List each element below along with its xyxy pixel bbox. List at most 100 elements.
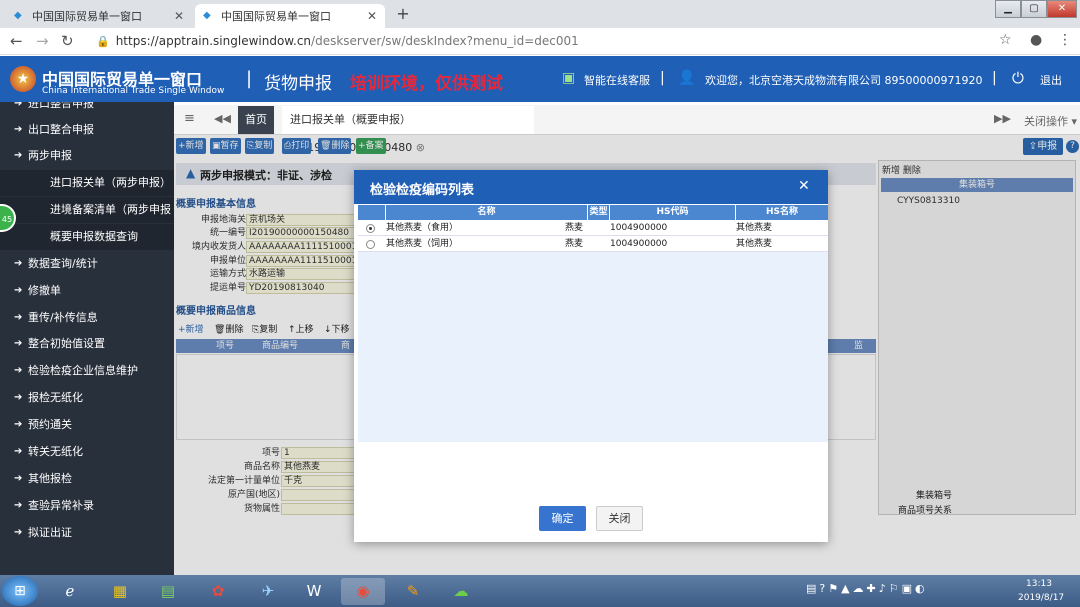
baidu-netdisk-icon[interactable]: ✿ (196, 578, 240, 605)
sidebar-item-label: 进口报关单（两步申报） (50, 176, 171, 189)
sidebar-item-label: 两步申报 (28, 149, 72, 162)
close-operations-label: 关闭操作 (1024, 115, 1068, 128)
site-favicon-icon: ◆ (203, 10, 211, 21)
dialog-close-icon[interactable]: ✕ (798, 178, 810, 194)
browser-tab[interactable]: ◆ 中国国际贸易单一窗口 ✕ (6, 4, 192, 28)
clock-time: 13:13 (1026, 579, 1052, 589)
menu-arrow-icon: ➔ (14, 473, 23, 484)
sidebar-item-data-query[interactable]: ➔ 数据查询/统计 (0, 251, 174, 277)
cell-hs-code: 1004900000 (610, 239, 668, 249)
site-favicon-icon: ◆ (14, 10, 22, 21)
browser-tab-title: 中国国际贸易单一窗口 (221, 10, 331, 23)
sidebar-item-appointment-clearance[interactable]: ➔ 预约通关 (0, 412, 174, 438)
header-separator: | (992, 70, 997, 86)
profile-icon[interactable]: ● (1030, 32, 1042, 48)
sidebar-item-label: 进境备案清单（两步申报 (50, 203, 171, 216)
close-dialog-button[interactable]: 关闭 (596, 506, 643, 531)
row-radio[interactable] (366, 240, 375, 249)
code-table-empty-area (358, 252, 828, 442)
maximize-window-button[interactable]: ▢ (1021, 0, 1047, 18)
sidebar-item-initial-settings[interactable]: ➔ 整合初始值设置 (0, 331, 174, 357)
sidebar-item-label: 整合初始值设置 (28, 337, 105, 350)
bookmark-star-icon[interactable]: ☆ (999, 32, 1012, 48)
sidebar-item-retransmit[interactable]: ➔ 重传/补传信息 (0, 305, 174, 331)
url-host: https://apptrain.singlewindow.cn (115, 34, 312, 48)
ie-browser-icon[interactable]: ℯ (48, 578, 92, 605)
browser-tab-active[interactable]: ◆ 中国国际贸易单一窗口 ✕ (195, 4, 385, 28)
minimize-window-button[interactable]: ▁ (995, 0, 1021, 18)
sidebar-subitem-summary-query[interactable]: 概要申报数据查询 (0, 224, 174, 250)
menu-arrow-icon: ➔ (14, 312, 23, 323)
menu-arrow-icon: ➔ (14, 124, 23, 135)
chrome-browser-icon[interactable]: ◉ (341, 578, 385, 605)
environment-label: 培训环境，仅供测试 (350, 74, 503, 94)
menu-arrow-icon: ➔ (14, 527, 23, 538)
sidebar-item-label: 转关无纸化 (28, 445, 83, 458)
sidebar-item-label: 修撤单 (28, 284, 61, 297)
close-tab-icon[interactable]: ✕ (174, 9, 184, 23)
sidebar-subitem-import-declaration[interactable]: 进口报关单（两步申报） (0, 170, 174, 196)
sidebar-item-label: 概要申报数据查询 (50, 230, 138, 243)
wps-writer-icon[interactable]: W (292, 578, 336, 605)
cell-name: 其他燕麦（食用） (386, 223, 459, 233)
reload-icon[interactable]: ↻ (61, 33, 74, 49)
menu-kebab-icon[interactable]: ⋮ (1058, 32, 1072, 48)
sidebar-item-label: 其他报检 (28, 472, 72, 485)
code-table-header: 名称 类型 HS代码 HS名称 (358, 205, 828, 220)
new-tab-button[interactable]: + (392, 4, 414, 24)
logo-emblem-icon: ★ (10, 66, 36, 92)
start-button-icon[interactable]: ⊞ (2, 576, 38, 606)
row-radio-selected[interactable] (366, 224, 375, 233)
power-icon[interactable]: ⏻ (1012, 69, 1024, 87)
paint-app-icon[interactable]: ✎ (391, 578, 435, 605)
sidebar-item-label: 预约通关 (28, 418, 72, 431)
logout-link[interactable]: 退出 (1040, 72, 1062, 88)
app-launcher-icon[interactable]: ▤ (146, 578, 190, 605)
browser-tab-title: 中国国际贸易单一窗口 (32, 10, 142, 23)
sidebar-item-transit-paperless[interactable]: ➔ 转关无纸化 (0, 439, 174, 465)
menu-arrow-icon: ➔ (14, 500, 23, 511)
dialog-title: 检验检疫编码列表 (370, 183, 475, 198)
sidebar-item-label: 重传/补传信息 (28, 311, 98, 324)
url-field[interactable]: 🔒 https://apptrain.singlewindow.cn/deskse… (96, 32, 956, 50)
sidebar-item-inspection-exception[interactable]: ➔ 查验异常补录 (0, 493, 174, 519)
sidebar-item-withdraw[interactable]: ➔ 修撤单 (0, 278, 174, 304)
hamburger-icon[interactable]: ≡ (184, 111, 195, 126)
sidebar-item-import-integrated[interactable]: ➔ 进口整合申报 (0, 102, 174, 117)
close-window-button[interactable]: ✕ (1047, 0, 1077, 18)
menu-arrow-icon: ➔ (14, 285, 23, 296)
tab-home[interactable]: 首页 (238, 106, 274, 134)
cell-hs-name: 其他燕麦 (736, 223, 773, 233)
sidebar-item-paperless-inspection[interactable]: ➔ 报检无纸化 (0, 385, 174, 411)
close-operations-dropdown[interactable]: 关闭操作 ▾ (1024, 113, 1077, 129)
confirm-button[interactable]: 确定 (539, 506, 586, 531)
sidebar-item-other-inspection[interactable]: ➔ 其他报检 (0, 466, 174, 492)
back-icon[interactable]: ← (10, 33, 23, 49)
sidebar-item-inspection-enterprise[interactable]: ➔ 检验检疫企业信息维护 (0, 358, 174, 384)
table-row[interactable]: 其他燕麦（食用） 燕麦 1004900000 其他燕麦 (358, 221, 828, 236)
system-tray-icons[interactable]: ▤?⚑▲☁✚♪⚐▣◐ (806, 582, 928, 595)
tab-document[interactable]: 进口报关单（概要申报）I20190000000150480 ⊗ (282, 106, 534, 154)
sidebar-subitem-entry-filing[interactable]: 进境备案清单（两步申报 (0, 197, 174, 223)
sidebar-item-export-integrated[interactable]: ➔ 出口整合申报 (0, 117, 174, 143)
tab-scroll-left-icon[interactable]: ◀◀ (214, 112, 231, 125)
table-row[interactable]: 其他燕麦（饲用） 燕麦 1004900000 其他燕麦 (358, 237, 828, 252)
sidebar-item-label: 报检无纸化 (28, 391, 83, 404)
column-header-name: 名称 (386, 205, 588, 220)
header-separator: | (246, 68, 253, 89)
tab-scroll-right-icon[interactable]: ▶▶ (994, 112, 1011, 125)
online-support-link[interactable]: 智能在线客服 (584, 72, 650, 88)
forward-icon[interactable]: → (36, 33, 49, 49)
user-icon: 👤 (678, 70, 696, 86)
menu-arrow-icon: ➔ (14, 102, 23, 109)
clock-date: 2019/8/17 (1018, 593, 1065, 603)
messenger-icon[interactable]: ✈ (246, 578, 290, 605)
page-title: 货物申报 (264, 74, 332, 94)
wechat-icon[interactable]: ☁ (439, 578, 483, 605)
sidebar-item-certificate[interactable]: ➔ 拟证出证 (0, 520, 174, 546)
sidebar-item-label: 出口整合申报 (28, 123, 94, 136)
sidebar-item-two-step[interactable]: ➔ 两步申报 (0, 143, 174, 169)
column-header-type: 类型 (588, 205, 610, 220)
file-explorer-icon[interactable]: ▦ (98, 578, 142, 605)
close-tab-icon[interactable]: ✕ (367, 9, 377, 23)
